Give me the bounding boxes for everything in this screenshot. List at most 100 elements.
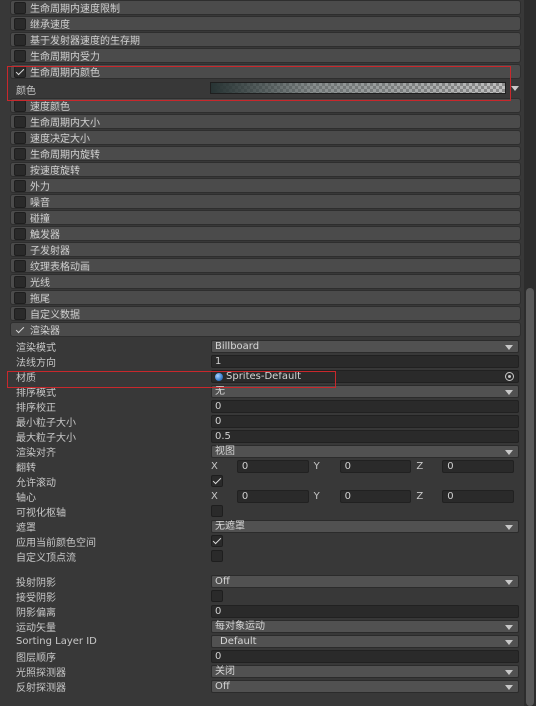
pivot-z-field[interactable]: 0 xyxy=(442,490,515,503)
flip-x-field[interactable]: 0 xyxy=(236,460,309,473)
module-label: 速度决定大小 xyxy=(30,134,90,145)
reflection-probes-value: Off xyxy=(215,681,230,692)
module-checkbox[interactable] xyxy=(14,163,26,176)
gradient-field[interactable] xyxy=(210,82,506,94)
module-checkbox[interactable] xyxy=(14,99,26,112)
order-in-layer-field[interactable]: 0 xyxy=(211,650,519,663)
module-checkbox-checked[interactable] xyxy=(14,65,26,78)
min-particle-size-field[interactable]: 0 xyxy=(211,415,519,428)
render-alignment-dropdown[interactable]: 视图 xyxy=(211,445,519,458)
module-checkbox[interactable] xyxy=(14,131,26,144)
module-inherit-velocity[interactable]: 继承速度 xyxy=(10,16,521,31)
module-triggers[interactable]: 触发器 xyxy=(10,226,521,241)
sorting-layer-dropdown[interactable]: Default xyxy=(211,635,519,648)
material-field[interactable]: Sprites-Default xyxy=(211,370,519,383)
module-checkbox[interactable] xyxy=(14,243,26,256)
module-limit-velocity[interactable]: 生命周期内速度限制 xyxy=(10,0,521,15)
module-sub-emitters[interactable]: 子发射器 xyxy=(10,242,521,257)
prop-flip: 翻转 X 0 Y 0 Z 0 xyxy=(10,459,521,474)
flip-z-field[interactable]: 0 xyxy=(442,460,515,473)
order-in-layer-label: 图层顺序 xyxy=(16,653,56,664)
light-probes-dropdown[interactable]: 关闭 xyxy=(211,665,519,678)
color-label: 颜色 xyxy=(16,85,36,97)
module-custom-data[interactable]: 自定义数据 xyxy=(10,306,521,321)
module-checkbox[interactable] xyxy=(14,1,26,14)
module-rotation-over-lifetime[interactable]: 生命周期内旋转 xyxy=(10,146,521,161)
module-collision[interactable]: 碰撞 xyxy=(10,210,521,225)
pivot-x-field[interactable]: 0 xyxy=(236,490,309,503)
prop-light-probes: 光照探测器 关闭 xyxy=(10,664,521,679)
pivot-y-field[interactable]: 0 xyxy=(339,490,412,503)
sorting-fudge-field[interactable]: 0 xyxy=(211,400,519,413)
module-external-forces[interactable]: 外力 xyxy=(10,178,521,193)
prop-color: 颜色 xyxy=(10,80,521,98)
module-checkbox[interactable] xyxy=(14,275,26,288)
axis-x-label: X xyxy=(211,461,218,472)
module-label: 速度颜色 xyxy=(30,102,70,113)
module-checkbox[interactable] xyxy=(14,259,26,272)
render-mode-dropdown[interactable]: Billboard xyxy=(211,340,519,353)
module-color-over-lifetime[interactable]: 生命周期内颜色 xyxy=(10,64,521,79)
reflection-probes-dropdown[interactable]: Off xyxy=(211,680,519,693)
prop-receive-shadows: 接受阴影 xyxy=(10,589,521,604)
module-label: 基于发射器速度的生存期 xyxy=(30,36,140,47)
allow-roll-checkbox[interactable] xyxy=(211,475,223,487)
module-rotation-by-speed[interactable]: 按速度旋转 xyxy=(10,162,521,177)
prop-shadow-bias: 阴影偏离 0 xyxy=(10,604,521,619)
module-checkbox[interactable] xyxy=(14,147,26,160)
prop-render-mode: 渲染模式 Billboard xyxy=(10,339,521,354)
masking-dropdown[interactable]: 无遮罩 xyxy=(211,520,519,533)
light-probes-value: 关闭 xyxy=(215,666,235,677)
axis-x-label: X xyxy=(211,491,218,502)
module-checkbox[interactable] xyxy=(14,179,26,192)
flip-y-field[interactable]: 0 xyxy=(339,460,412,473)
module-renderer[interactable]: 渲染器 xyxy=(10,322,521,337)
sort-mode-dropdown[interactable]: 无 xyxy=(211,385,519,398)
max-particle-size-field[interactable]: 0.5 xyxy=(211,430,519,443)
module-checkbox[interactable] xyxy=(14,307,26,320)
prop-render-alignment: 渲染对齐 视图 xyxy=(10,444,521,459)
chevron-down-icon[interactable] xyxy=(511,86,519,91)
module-lights[interactable]: 光线 xyxy=(10,274,521,289)
motion-vectors-dropdown[interactable]: 每对象运动 xyxy=(211,620,519,633)
render-mode-label: 渲染模式 xyxy=(16,343,56,354)
module-checkbox[interactable] xyxy=(14,115,26,128)
visualize-pivot-checkbox[interactable] xyxy=(211,505,223,517)
object-picker-icon[interactable] xyxy=(505,372,514,381)
module-checkbox-checked[interactable] xyxy=(14,324,26,336)
cast-shadows-dropdown[interactable]: Off xyxy=(211,575,519,588)
module-label: 噪音 xyxy=(30,198,50,209)
module-lifetime-by-emitter-speed[interactable]: 基于发射器速度的生存期 xyxy=(10,32,521,47)
module-checkbox[interactable] xyxy=(14,33,26,46)
module-size-over-lifetime[interactable]: 生命周期内大小 xyxy=(10,114,521,129)
module-color-by-speed[interactable]: 速度颜色 xyxy=(10,98,521,113)
module-label: 触发器 xyxy=(30,230,60,241)
module-force-over-lifetime[interactable]: 生命周期内受力 xyxy=(10,48,521,63)
normal-direction-field[interactable]: 1 xyxy=(211,355,519,368)
cast-shadows-value: Off xyxy=(215,576,230,587)
module-checkbox[interactable] xyxy=(14,291,26,304)
module-size-by-speed[interactable]: 速度决定大小 xyxy=(10,130,521,145)
masking-value: 无遮罩 xyxy=(215,521,245,532)
render-mode-value: Billboard xyxy=(215,341,260,352)
custom-vertex-streams-checkbox[interactable] xyxy=(211,550,223,562)
module-label: 自定义数据 xyxy=(30,310,80,321)
module-checkbox[interactable] xyxy=(14,49,26,62)
scrollbar-thumb[interactable] xyxy=(526,288,534,706)
module-checkbox[interactable] xyxy=(14,17,26,30)
vertical-scrollbar[interactable] xyxy=(524,0,536,706)
module-texture-sheet-animation[interactable]: 纹理表格动画 xyxy=(10,258,521,273)
receive-shadows-checkbox[interactable] xyxy=(211,590,223,602)
prop-motion-vectors: 运动矢量 每对象运动 xyxy=(10,619,521,634)
shadow-bias-field[interactable]: 0 xyxy=(211,605,519,618)
reflection-probes-label: 反射探测器 xyxy=(16,683,66,694)
sort-mode-label: 排序模式 xyxy=(16,388,56,399)
module-checkbox[interactable] xyxy=(14,195,26,208)
module-checkbox[interactable] xyxy=(14,211,26,224)
module-checkbox[interactable] xyxy=(14,227,26,240)
module-noise[interactable]: 噪音 xyxy=(10,194,521,209)
motion-vectors-value: 每对象运动 xyxy=(215,621,265,632)
module-trails[interactable]: 拖尾 xyxy=(10,290,521,305)
apply-active-color-space-checkbox[interactable] xyxy=(211,535,223,547)
